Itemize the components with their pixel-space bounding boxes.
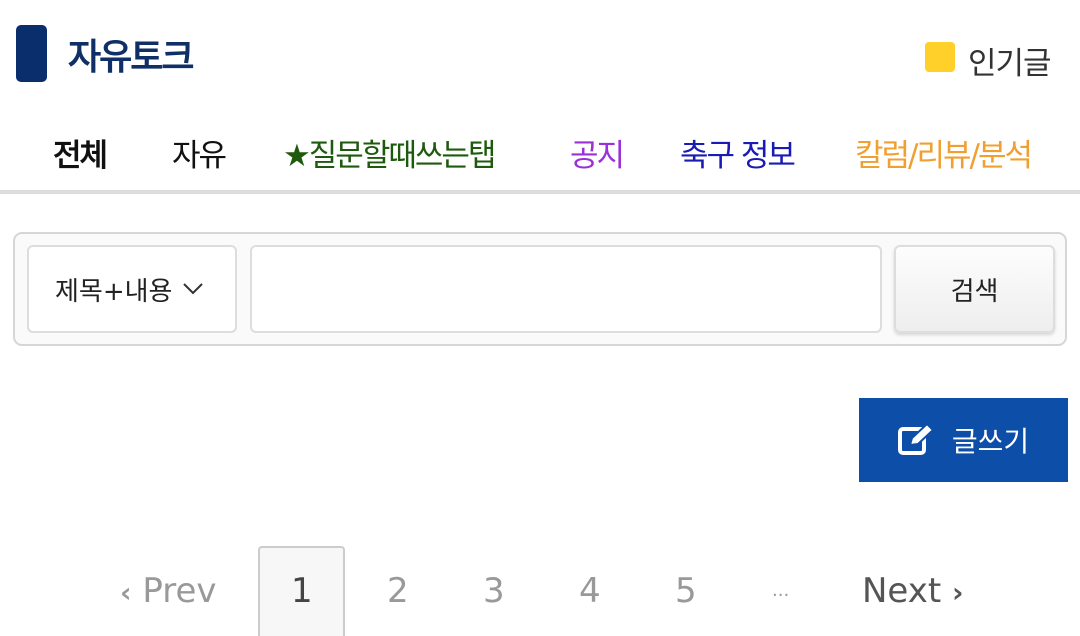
next-label: Next: [862, 571, 942, 611]
chevron-down-icon: [183, 283, 204, 295]
search-scope-label: 제목+내용: [55, 276, 173, 307]
page-2[interactable]: 2: [387, 566, 409, 616]
pagination-ellipsis: ...: [772, 580, 790, 601]
prev-button[interactable]: ‹ Prev: [120, 566, 217, 616]
prev-label: Prev: [142, 571, 217, 611]
search-input[interactable]: [250, 245, 882, 333]
tab-free[interactable]: 자유: [172, 130, 227, 175]
tab-column-review[interactable]: 칼럼/리뷰/분석: [855, 130, 1033, 175]
tab-notice[interactable]: 공지: [570, 130, 625, 175]
title-accent-bar: [16, 25, 47, 82]
tab-soccer-info[interactable]: 축구 정보: [680, 130, 796, 175]
page-4[interactable]: 4: [579, 566, 601, 616]
tab-all[interactable]: 전체: [53, 130, 108, 175]
search-button[interactable]: 검색: [894, 245, 1055, 333]
edit-icon: [897, 423, 934, 455]
popular-marker-icon: [925, 42, 955, 72]
write-button[interactable]: 글쓰기: [859, 398, 1068, 482]
next-button[interactable]: Next ›: [862, 566, 964, 616]
popular-posts-link[interactable]: 인기글: [968, 38, 1052, 83]
page-5[interactable]: 5: [675, 566, 697, 616]
divider: [0, 190, 1080, 194]
page-3[interactable]: 3: [483, 566, 505, 616]
chevron-left-icon: ‹: [120, 576, 132, 609]
chevron-right-icon: ›: [952, 576, 964, 609]
page-title: 자유토크: [68, 37, 194, 78]
page-1[interactable]: 1: [291, 566, 313, 616]
tab-question[interactable]: ★질문할때쓰는탭: [283, 130, 496, 175]
search-scope-select[interactable]: 제목+내용: [27, 245, 237, 333]
write-button-label: 글쓰기: [951, 425, 1030, 458]
